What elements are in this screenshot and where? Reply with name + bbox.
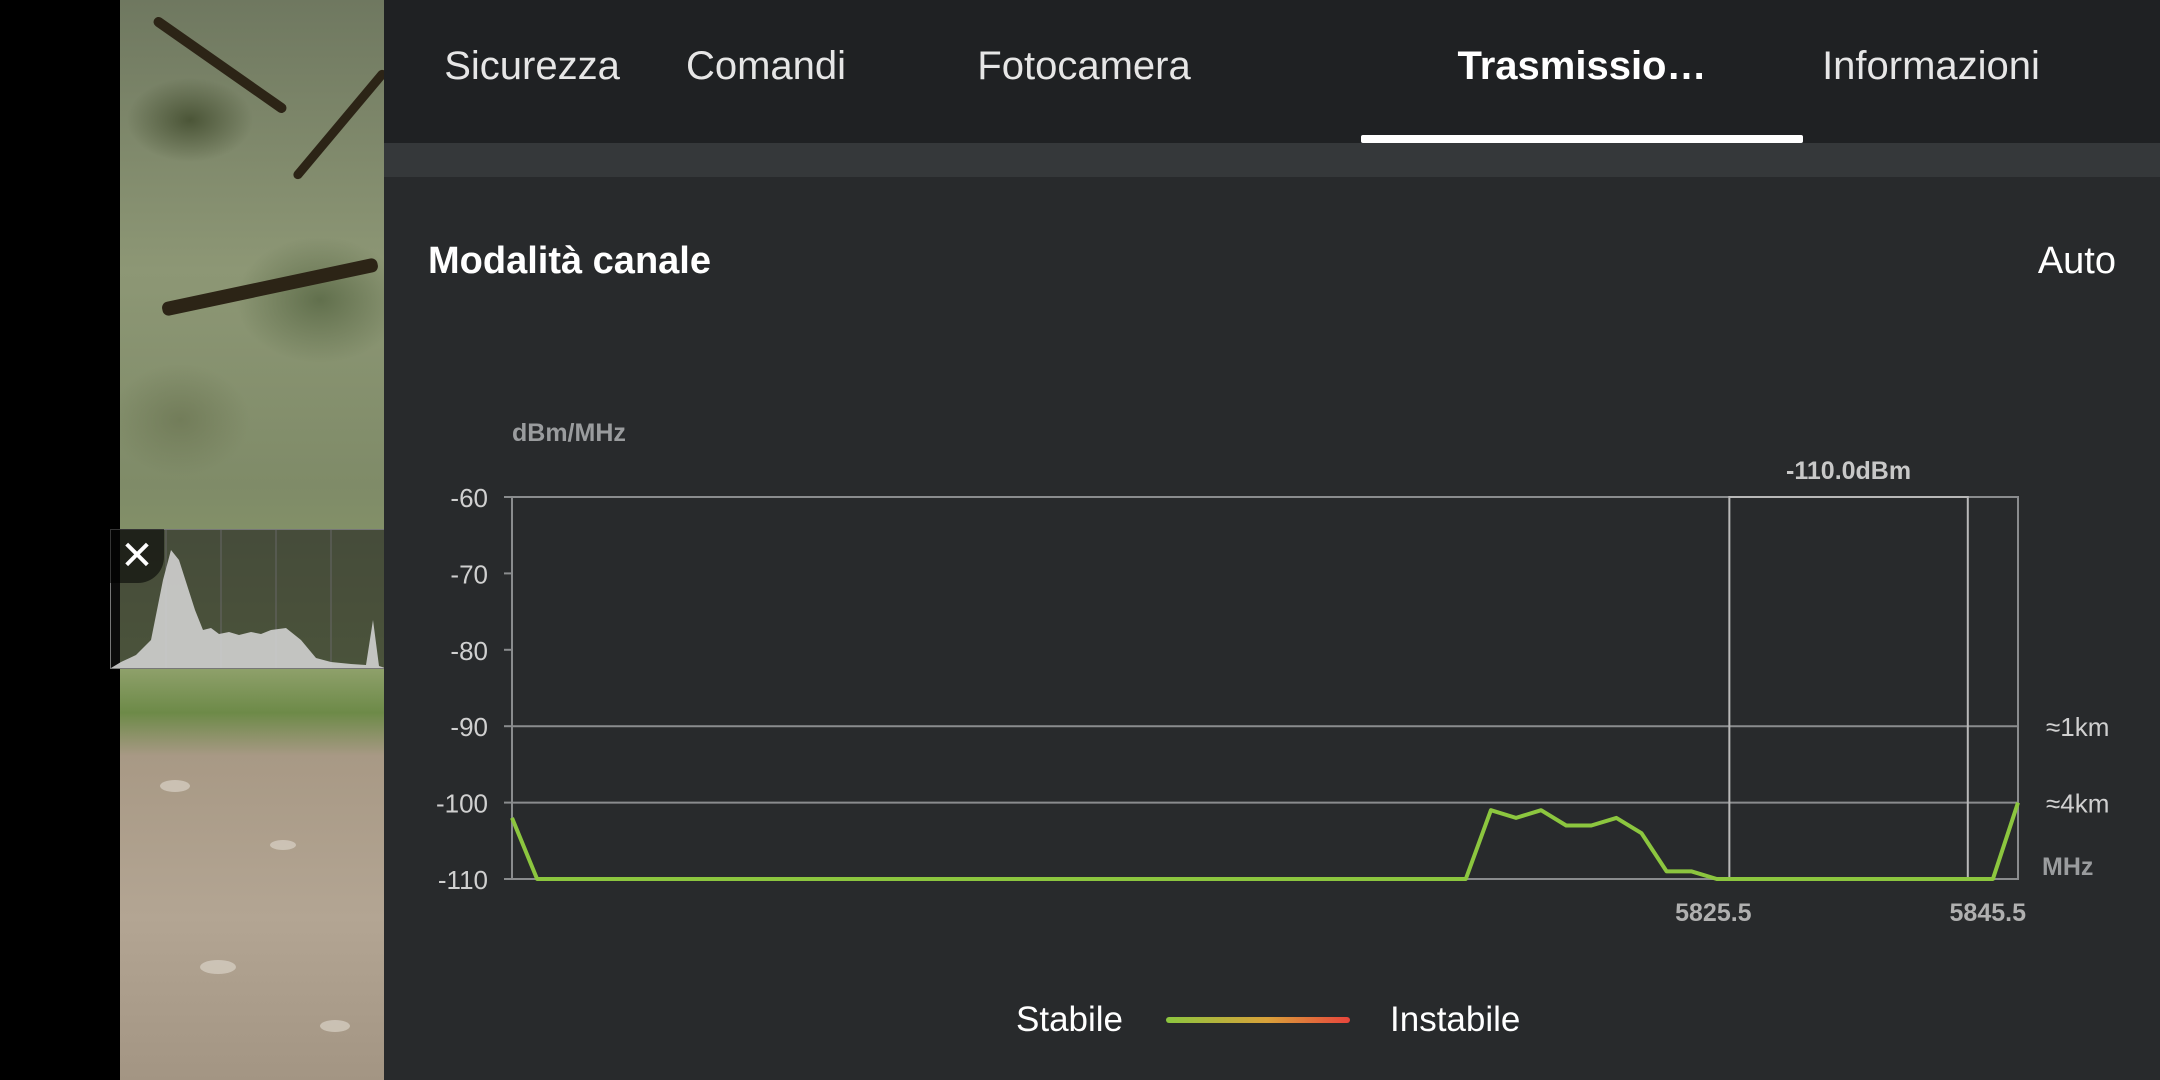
pebble — [270, 840, 296, 850]
y-tick-label: -110 — [438, 865, 488, 895]
x-tick-label: 5845.5 — [1950, 899, 2027, 927]
chart-plot-frame — [511, 496, 2019, 880]
pebble — [160, 780, 190, 792]
selected-channel-level-label: -110.0dBm — [1786, 457, 1911, 485]
y-axis-label: dBm/MHz — [512, 419, 626, 447]
tree-branch — [291, 67, 384, 182]
pebble — [200, 960, 236, 974]
range-marker-label: ≈1km — [2046, 712, 2109, 742]
y-tick-label: -70 — [450, 559, 488, 589]
x-tick-label: 5825.5 — [1675, 899, 1752, 927]
x-axis-unit-label: MHz — [2042, 853, 2093, 881]
selected-channel-box — [1728, 496, 1969, 880]
tree-branch — [151, 15, 289, 115]
legend-stable-label: Stabile — [1016, 1000, 1124, 1039]
pebble — [320, 1020, 350, 1032]
histogram-close-button[interactable]: ✕ — [110, 529, 164, 583]
tree-branch — [160, 257, 380, 317]
close-icon: ✕ — [120, 534, 154, 578]
interference-spectrum-chart: -60 -70 -80 -90 -100 -110 dBm/MHz ≈1km ≈4km MHz -1… — [436, 419, 2109, 927]
y-tick-label: -80 — [450, 636, 488, 666]
legend-unstable-label: Instabile — [1390, 1000, 1521, 1039]
legend-gradient-bar — [1166, 1017, 1350, 1023]
range-marker-label: ≈4km — [2046, 789, 2109, 819]
y-tick-label: -90 — [450, 712, 488, 742]
y-tick-label: -100 — [436, 789, 488, 819]
interference-series-line — [510, 801, 2020, 881]
y-tick-label: -60 — [450, 483, 488, 513]
